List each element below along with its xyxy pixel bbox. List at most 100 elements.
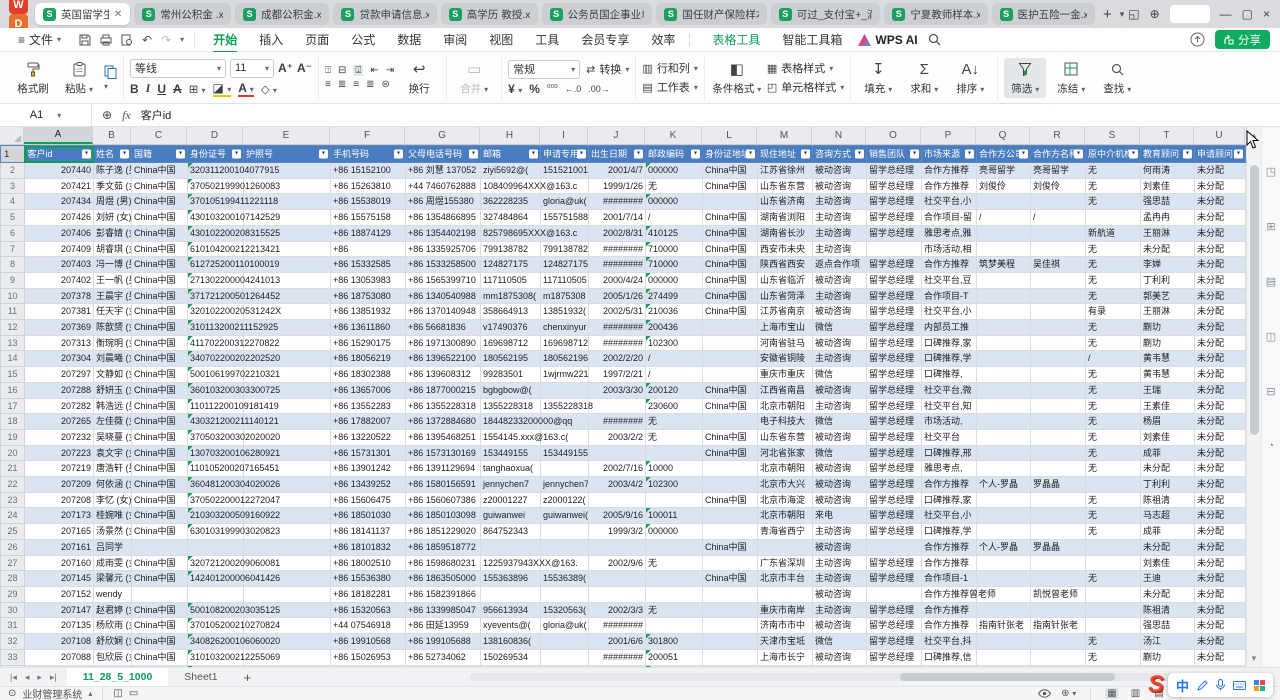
cell[interactable] [977,524,1031,540]
cell[interactable]: 100011 [646,508,703,524]
filter-dropdown-icon[interactable]: ▾ [577,150,586,159]
cell[interactable]: 未分配 [1195,461,1246,477]
cell[interactable] [646,492,703,508]
cell[interactable]: 社交平台,抖 [922,634,977,650]
cell[interactable]: 个人-罗晶 [977,477,1031,493]
row-number[interactable]: 31 [1,618,25,634]
cell[interactable] [589,586,646,602]
cell[interactable]: 上海市宝山 [758,320,813,336]
cell[interactable]: 410125 [646,225,703,241]
cell[interactable]: 未分配 [1195,508,1246,524]
cell[interactable]: 207223 [25,445,94,461]
cell[interactable]: 未分配 [1195,257,1246,273]
cell[interactable]: 无 [1086,414,1141,430]
cell[interactable]: 1wjrmw221( [541,367,589,383]
cell[interactable]: 留学总经理 [867,524,922,540]
cell[interactable] [703,524,758,540]
column-header-C[interactable]: C [131,127,187,144]
cell[interactable] [1086,477,1141,493]
cell[interactable]: +86 15152100 [331,163,406,179]
cell[interactable]: 710000 [646,257,703,273]
cell[interactable]: 207313 [25,335,94,351]
tab-list-dropdown-icon[interactable]: ▾ [1120,9,1125,20]
cell[interactable] [541,461,589,477]
filter-button[interactable]: 筛选 ▾ [1004,58,1046,98]
last-sheet-icon[interactable]: ▸| [50,672,57,683]
decrease-decimal-icon[interactable]: .00→ [588,84,610,94]
cell[interactable]: 未分配 [1195,288,1246,304]
wrap-text-button[interactable]: ↩ 换行 [398,58,440,98]
cell[interactable] [1031,602,1086,618]
cell[interactable]: 274499 [646,288,703,304]
cell[interactable]: +86 13552283 [331,398,406,414]
cell[interactable]: 无 [1086,241,1141,257]
filter-dropdown-icon[interactable]: ▾ [1234,150,1243,159]
cell[interactable]: 汤景然 (女 [94,524,132,540]
cell[interactable]: 口碑推荐, [922,367,977,383]
cell[interactable]: 未分配 [1195,649,1246,665]
cell[interactable]: 被动咨询 [813,461,867,477]
cell[interactable]: 刘妍 (女) [94,210,132,226]
cell[interactable]: 654101200007050581 [188,665,244,667]
insert-function-icon[interactable]: fx [122,108,131,123]
cell[interactable]: 王迪 [1141,571,1195,587]
cell[interactable]: 102300 [646,335,703,351]
cell[interactable]: 留学总经理 [867,367,922,383]
cell[interactable]: 207088 [25,649,94,665]
cell[interactable]: 李忆 (女) [94,492,132,508]
chart-icon[interactable]: ⊟ [1266,385,1275,398]
cell[interactable]: 江西省南昌 [758,382,813,398]
row-number[interactable]: 11 [1,304,25,320]
filter-dropdown-icon[interactable]: ▾ [1074,150,1083,159]
cell[interactable]: +86 18874129 [331,225,406,241]
cell[interactable]: China中国 [132,351,188,367]
cell[interactable]: China中国 [132,163,188,179]
cell[interactable]: 王一帆 (男 [94,272,132,288]
document-tab[interactable]: S国任财产保险样本.x [656,3,766,25]
cell[interactable]: / [1086,351,1141,367]
formula-input[interactable]: 客户id [141,107,172,123]
cell[interactable]: 未分配 [1195,602,1246,618]
cell[interactable]: 未分配 [1195,210,1246,226]
cell[interactable]: 340702200202202520 [188,351,244,367]
cell[interactable]: 河南省驻马 [758,335,813,351]
cell[interactable]: 207409 [25,241,94,257]
cell[interactable]: 合作方推荐 [922,555,977,571]
cell[interactable]: 被动咨询 [813,272,867,288]
cell[interactable]: 留学总经理 [867,304,922,320]
document-tab[interactable]: S医护五险一金.xlsx [992,3,1095,25]
cell[interactable]: 358664913 [481,304,541,320]
cell[interactable]: 未分配 [1195,382,1246,398]
cell[interactable]: 胡睿琪 (女 [94,241,132,257]
cell[interactable]: 无 [1086,272,1141,288]
scroll-down-icon[interactable]: ▼ [1250,654,1258,663]
cell[interactable]: 155363896 [481,571,541,587]
cell[interactable]: 未分配 [1195,586,1246,602]
cell[interactable]: China中国 [132,398,188,414]
cell[interactable]: 被动咨询 [813,492,867,508]
cell[interactable]: 未分配 [1195,477,1246,493]
menu-tab-表格工具[interactable]: 表格工具 [702,28,770,51]
cell[interactable] [1031,351,1086,367]
align-center-icon[interactable]: ≣ [338,79,346,90]
cell[interactable] [703,351,758,367]
cell[interactable]: 陈歆赟 (女 [94,320,132,336]
cell[interactable]: 200436 [646,320,703,336]
cell[interactable]: China中国 [703,571,758,587]
cell[interactable]: 2002/7/16 [589,461,646,477]
cell[interactable]: 留学总经理 [867,288,922,304]
cell[interactable]: 200120 [646,382,703,398]
cell[interactable]: +86 1340540988 [406,288,481,304]
cell[interactable]: 610104200212213421 [188,241,244,257]
cell[interactable]: +86 13611860 [331,320,406,336]
cell[interactable]: 207440 [25,163,94,179]
cell[interactable]: ######## [589,320,646,336]
cell[interactable]: 未分配 [1195,163,1246,179]
cell[interactable]: 留学总经理 [867,602,922,618]
cell[interactable]: 2001/7/14 [589,210,646,226]
cell[interactable]: 强思喆 [1141,194,1195,210]
column-header-I[interactable]: I [540,127,588,144]
cell[interactable]: 留学总经理 [867,571,922,587]
cell[interactable]: 2000/4/24 [589,272,646,288]
normal-view-icon[interactable]: ▦ [1105,688,1118,699]
